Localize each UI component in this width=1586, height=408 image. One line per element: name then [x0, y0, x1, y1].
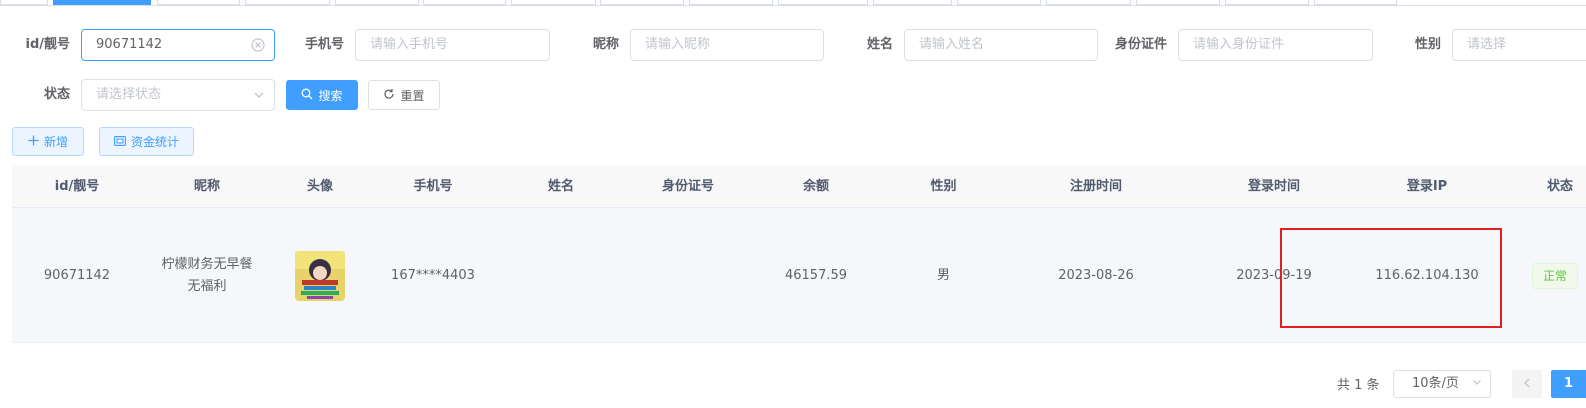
- tag-tab[interactable]: [335, 0, 419, 5]
- tag-tab[interactable]: [1046, 0, 1131, 5]
- fund-stats-button[interactable]: 资金统计: [99, 127, 194, 156]
- tags-view-bar: [0, 0, 1586, 6]
- tag-tab[interactable]: [778, 0, 868, 5]
- tag-tab[interactable]: [689, 0, 773, 5]
- idcard-input[interactable]: 请输入身份证件: [1178, 29, 1373, 61]
- nickname-placeholder: 请输入昵称: [645, 37, 711, 52]
- col-header-name: 姓名: [547, 179, 574, 194]
- col-header-balance: 余额: [802, 179, 829, 194]
- tag-tab[interactable]: [1314, 0, 1397, 5]
- idcard-placeholder: 请输入身份证件: [1193, 37, 1285, 52]
- reset-button[interactable]: 重置: [368, 80, 440, 110]
- pagination-total: 共 1 条: [1337, 378, 1380, 393]
- col-header-phone: 手机号: [413, 179, 453, 194]
- cell-idcard: [624, 208, 752, 343]
- nickname-input[interactable]: 请输入昵称: [630, 29, 824, 61]
- page-number-current[interactable]: 1: [1551, 370, 1586, 398]
- add-button[interactable]: 新增: [12, 127, 84, 156]
- name-input[interactable]: 请输入姓名: [904, 29, 1098, 61]
- cell-id: 90671142: [43, 267, 111, 283]
- clear-icon[interactable]: [251, 30, 265, 60]
- table-row[interactable]: 90671142 柠檬财务无早餐 无福利 167****4403 46157.5…: [12, 208, 1586, 343]
- chevron-down-icon: [253, 80, 265, 110]
- cell-status: 正常: [1532, 208, 1586, 343]
- tag-tab[interactable]: [957, 0, 1041, 5]
- col-header-login-time: 登录时间: [1247, 179, 1300, 194]
- col-header-gender: 性别: [930, 179, 957, 194]
- cell-login-ip: 116.62.104.130: [1375, 267, 1479, 283]
- idcard-label: 身份证件: [1114, 37, 1167, 52]
- chevron-down-icon: [1472, 371, 1482, 397]
- search-button[interactable]: 搜索: [286, 80, 358, 110]
- name-label: 姓名: [866, 37, 893, 52]
- add-button-label: 新增: [43, 135, 68, 149]
- phone-placeholder: 请输入手机号: [370, 37, 449, 52]
- tag-tab[interactable]: [511, 0, 596, 5]
- page-size-select[interactable]: 10条/页: [1393, 370, 1491, 398]
- cell-nickname-line1: 柠檬财务无早餐: [161, 256, 253, 272]
- gender-select[interactable]: 请选择: [1452, 29, 1586, 61]
- cell-avatar: [272, 208, 368, 343]
- page-size-value: 10条/页: [1412, 376, 1459, 391]
- status-badge: 正常: [1532, 262, 1579, 289]
- cell-balance: 46157.59: [784, 267, 848, 283]
- col-header-status: 状态: [1546, 179, 1573, 194]
- cell-nickname: 柠檬财务无早餐 无福利: [142, 208, 272, 343]
- col-header-idcard: 身份证号: [661, 179, 714, 194]
- tag-tab[interactable]: [1136, 0, 1220, 5]
- money-icon: [114, 135, 126, 149]
- refresh-icon: [383, 88, 395, 103]
- status-label: 状态: [43, 87, 70, 102]
- name-placeholder: 请输入姓名: [919, 37, 985, 52]
- avatar[interactable]: [295, 250, 345, 301]
- search-icon: [301, 88, 313, 103]
- phone-label: 手机号: [304, 37, 344, 52]
- cell-name: [498, 208, 624, 343]
- chevron-left-icon: [1523, 377, 1531, 392]
- tag-tab[interactable]: [245, 0, 330, 5]
- user-table: id/靓号 昵称 头像 手机号 姓名 身份证号 余额 性别 注册时间 登录时间 …: [12, 165, 1586, 343]
- status-placeholder: 请选择状态: [96, 87, 162, 102]
- nickname-label: 昵称: [592, 37, 619, 52]
- table-header: id/靓号 昵称 头像 手机号 姓名 身份证号 余额 性别 注册时间 登录时间 …: [12, 165, 1586, 208]
- cell-login-time: 2023-09-19: [1236, 267, 1312, 283]
- id-input-value: 90671142: [96, 37, 163, 52]
- reset-button-label: 重置: [400, 88, 425, 103]
- prev-page-button[interactable]: [1512, 370, 1542, 398]
- tag-tab[interactable]: [873, 0, 952, 5]
- fund-stats-label: 资金统计: [130, 135, 179, 149]
- col-header-nickname: 昵称: [193, 179, 220, 194]
- search-button-label: 搜索: [318, 88, 343, 103]
- tag-tab[interactable]: [600, 0, 684, 5]
- col-header-avatar: 头像: [306, 179, 333, 194]
- cell-gender: 男: [936, 267, 950, 283]
- cell-phone: 167****4403: [391, 267, 475, 283]
- tag-tab[interactable]: [0, 0, 48, 5]
- phone-input[interactable]: 请输入手机号: [355, 29, 550, 61]
- col-header-register-time: 注册时间: [1069, 179, 1122, 194]
- tag-tab[interactable]: [157, 0, 240, 5]
- col-header-login-ip: 登录IP: [1406, 179, 1448, 194]
- tag-tab[interactable]: [423, 0, 506, 5]
- cell-register-time: 2023-08-26: [1058, 267, 1134, 283]
- gender-label: 性别: [1414, 37, 1441, 52]
- tag-tab[interactable]: [1225, 0, 1309, 5]
- status-select[interactable]: 请选择状态: [81, 79, 275, 111]
- id-label: id/靓号: [25, 37, 70, 52]
- plus-icon: [28, 135, 39, 149]
- id-input[interactable]: 90671142: [81, 29, 275, 61]
- cell-nickname-line2: 无福利: [187, 278, 227, 294]
- col-header-id: id/靓号: [54, 179, 100, 194]
- tag-tab-active[interactable]: [53, 0, 151, 5]
- gender-placeholder: 请选择: [1467, 37, 1507, 52]
